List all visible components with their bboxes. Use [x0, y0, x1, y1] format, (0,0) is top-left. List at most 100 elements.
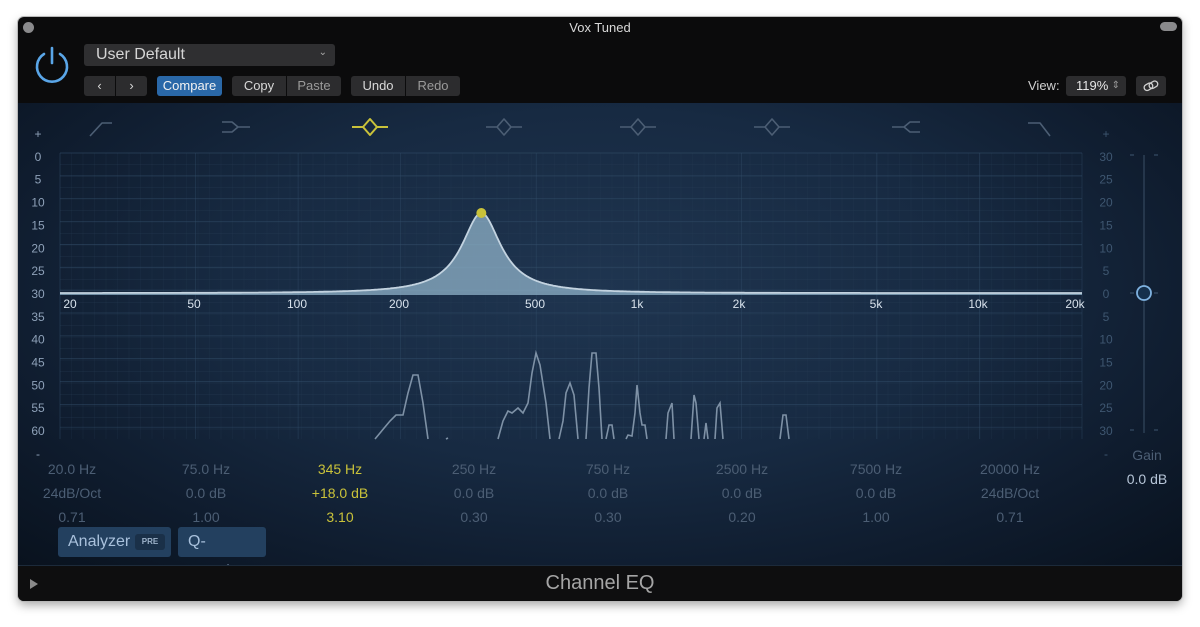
- right-scale-label: 0: [1103, 287, 1110, 301]
- left-scale-label: 50: [31, 378, 45, 392]
- undo-button[interactable]: Undo: [351, 76, 405, 96]
- freq-label: 1k: [631, 297, 645, 311]
- right-scale-label: -: [1104, 447, 1108, 461]
- right-scale-label: +: [1102, 127, 1109, 141]
- band-3-handle[interactable]: [476, 208, 487, 218]
- band-1-params: 20.0 Hz 24dB/Oct 0.71: [18, 457, 137, 529]
- band-gain-value[interactable]: 0.0 dB: [677, 481, 807, 505]
- left-scale-label: 15: [31, 218, 45, 232]
- eq-curve-line: [60, 212, 1082, 294]
- band-frequency-value[interactable]: 750 Hz: [543, 457, 673, 481]
- band-q-factor-value[interactable]: 1.00: [141, 505, 271, 529]
- band-frequency-value[interactable]: 250 Hz: [409, 457, 539, 481]
- next-preset-button[interactable]: ›: [116, 76, 147, 96]
- link-icon: [1143, 80, 1159, 92]
- right-scale-label: 10: [1099, 241, 1113, 255]
- right-scale-label: 30: [1099, 150, 1113, 164]
- bell-band-5-icon[interactable]: [620, 118, 656, 136]
- band-7-params: 7500 Hz 0.0 dB 1.00: [811, 457, 941, 529]
- eq-panel: +0 5 10 15 20 25 30 35 40 45 50 55 60- +30 25 20 15 10 5 0 5…: [18, 103, 1182, 580]
- analyzer-label: Analyzer: [68, 533, 131, 550]
- band-frequency-value[interactable]: 75.0 Hz: [141, 457, 271, 481]
- band-q-factor-value[interactable]: 0.30: [409, 505, 539, 529]
- left-scale-label: 25: [31, 264, 45, 278]
- q-couple-button[interactable]: Q-Couple: [178, 527, 266, 580]
- paste-button[interactable]: Paste: [287, 76, 341, 96]
- low-shelf-band-2-icon[interactable]: [222, 121, 250, 133]
- gain-label: Gain: [1132, 447, 1162, 463]
- left-scale-label: 20: [31, 241, 45, 255]
- preset-name: User Default: [96, 46, 185, 63]
- bell-band-6-icon[interactable]: [754, 118, 790, 136]
- compare-button[interactable]: Compare: [157, 76, 222, 96]
- eq-curve-fill: [60, 213, 1082, 295]
- left-scale-label: 60: [31, 424, 45, 438]
- freq-label: 10k: [968, 297, 988, 311]
- freq-label: 50: [187, 297, 201, 311]
- bell-band-3-icon[interactable]: [352, 118, 388, 136]
- stepper-icon: ⇕: [1111, 80, 1120, 91]
- band-5-params: 750 Hz 0.0 dB 0.30: [543, 457, 673, 529]
- low-cut-band-1-icon[interactable]: [89, 122, 112, 137]
- view-zoom-value: 119%: [1076, 78, 1109, 93]
- band-q-factor-value[interactable]: 0.71: [945, 505, 1075, 529]
- left-scale-label: 55: [31, 401, 45, 415]
- right-scale-label: 5: [1103, 310, 1110, 324]
- band-frequency-value[interactable]: 345 Hz: [275, 457, 405, 481]
- band-frequency-value[interactable]: 2500 Hz: [677, 457, 807, 481]
- title-bar: Vox Tuned: [18, 17, 1182, 39]
- gain-slider-handle[interactable]: [1136, 285, 1152, 301]
- band-gain-value[interactable]: 24dB/Oct: [18, 481, 137, 505]
- band-gain-value[interactable]: +18.0 dB: [275, 481, 405, 505]
- view-zoom-select[interactable]: 119% ⇕: [1066, 76, 1126, 96]
- previous-preset-button[interactable]: ‹: [84, 76, 115, 96]
- left-scale-label: 10: [31, 196, 45, 210]
- right-scale-label: 30: [1099, 424, 1113, 438]
- right-scale-label: 20: [1099, 196, 1113, 210]
- analyzer-button[interactable]: Analyzer PRE: [58, 527, 171, 557]
- freq-label: 500: [525, 297, 545, 311]
- copy-button[interactable]: Copy: [232, 76, 286, 96]
- redo-button[interactable]: Redo: [406, 76, 460, 96]
- band-gain-value[interactable]: 0.0 dB: [811, 481, 941, 505]
- band-q-factor-value[interactable]: 1.00: [811, 505, 941, 529]
- right-scale-label: 25: [1099, 173, 1113, 187]
- plugin-footer: Channel EQ: [18, 565, 1182, 601]
- band-gain-value[interactable]: 0.0 dB: [141, 481, 271, 505]
- plugin-name: Channel EQ: [545, 572, 655, 594]
- band-frequency-value[interactable]: 20000 Hz: [945, 457, 1075, 481]
- band-frequency-value[interactable]: 7500 Hz: [811, 457, 941, 481]
- chevron-down-icon: ⌄: [318, 47, 327, 58]
- window-zoom-button[interactable]: [1160, 22, 1177, 31]
- band-q-factor-value[interactable]: 0.71: [18, 505, 137, 529]
- band-3-params: 345 Hz +18.0 dB 3.10: [275, 457, 405, 529]
- analyzer-pre-badge[interactable]: PRE: [135, 534, 165, 550]
- bell-band-4-icon[interactable]: [486, 118, 522, 136]
- band-6-params: 2500 Hz 0.0 dB 0.20: [677, 457, 807, 529]
- band-q-factor-value[interactable]: 3.10: [275, 505, 405, 529]
- band-gain-value[interactable]: 0.0 dB: [409, 481, 539, 505]
- left-scale-label: 30: [31, 287, 45, 301]
- band-q-factor-value[interactable]: 0.30: [543, 505, 673, 529]
- right-scale-label: 10: [1099, 333, 1113, 347]
- band-q-factor-value[interactable]: 0.20: [677, 505, 807, 529]
- band-gain-value[interactable]: 24dB/Oct: [945, 481, 1075, 505]
- high-cut-band-8-icon[interactable]: [1028, 122, 1051, 137]
- power-icon[interactable]: [32, 45, 72, 85]
- band-frequency-value[interactable]: 20.0 Hz: [18, 457, 137, 481]
- right-scale-label: 25: [1099, 401, 1113, 415]
- freq-label: 200: [389, 297, 409, 311]
- freq-label: 20: [63, 297, 77, 311]
- gain-value[interactable]: 0.0 dB: [1114, 471, 1180, 487]
- plugin-window: Vox Tuned User Default ⌄ ‹ › Compare Cop…: [18, 17, 1182, 601]
- high-shelf-band-7-icon[interactable]: [892, 121, 920, 133]
- link-button[interactable]: [1136, 76, 1166, 96]
- left-scale-label: 45: [31, 356, 45, 370]
- freq-label: 100: [287, 297, 307, 311]
- left-scale-label: 0: [35, 150, 42, 164]
- band-gain-value[interactable]: 0.0 dB: [543, 481, 673, 505]
- preset-dropdown[interactable]: User Default ⌄: [84, 44, 335, 66]
- band-8-params: 20000 Hz 24dB/Oct 0.71: [945, 457, 1075, 529]
- view-label: View:: [1028, 78, 1060, 93]
- window-title: Vox Tuned: [569, 20, 631, 35]
